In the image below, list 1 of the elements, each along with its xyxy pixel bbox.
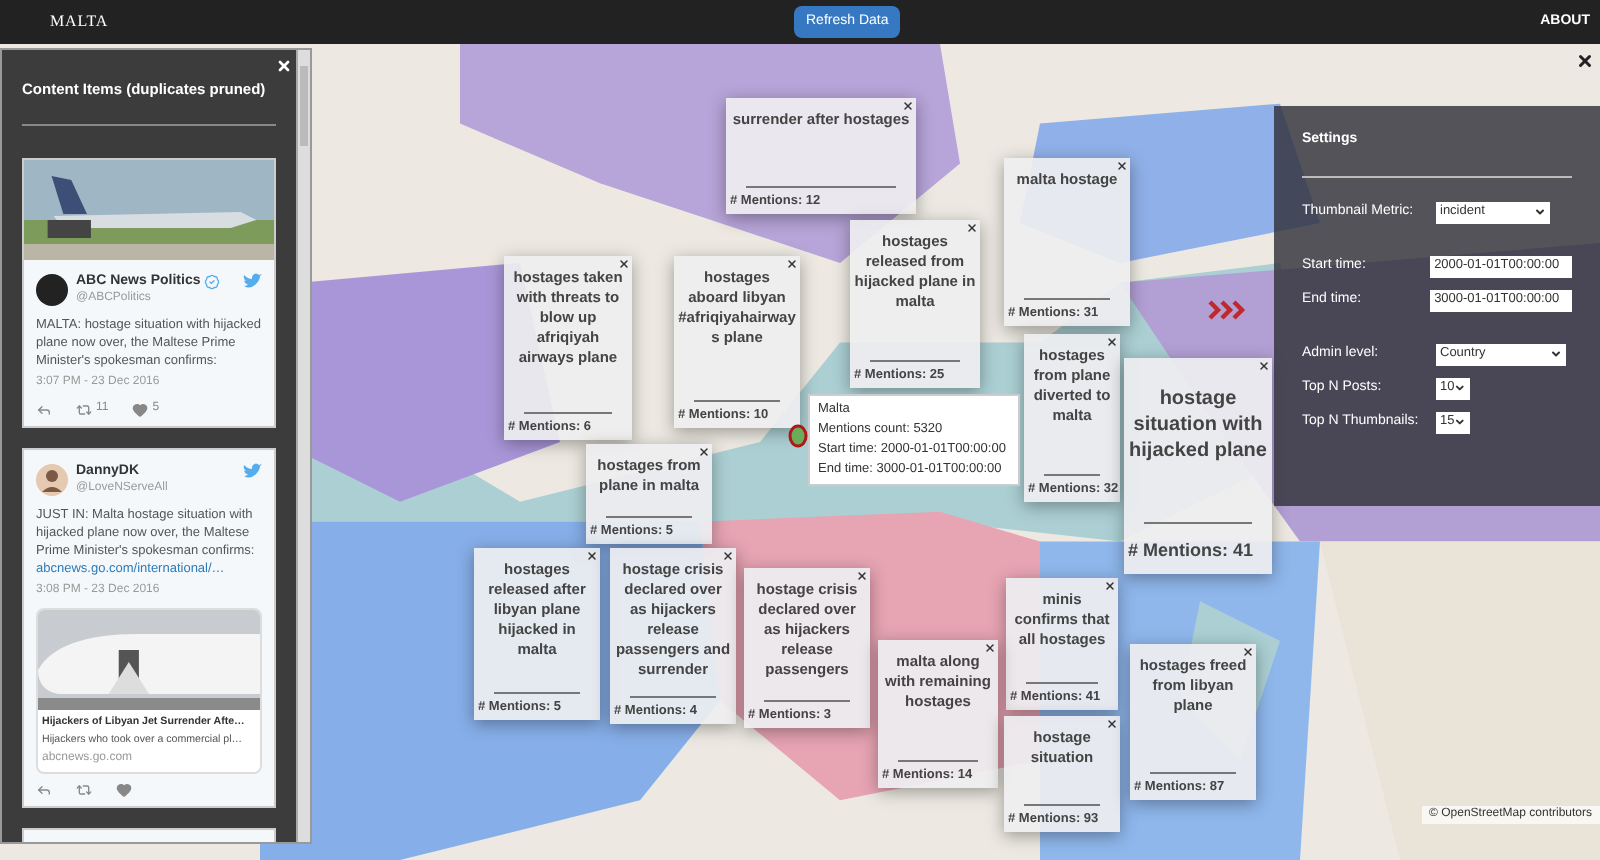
app-title: MALTA — [50, 10, 109, 34]
